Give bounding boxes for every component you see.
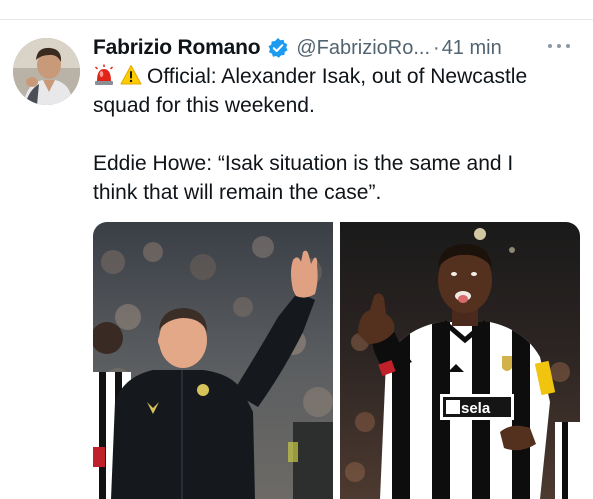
shirt-sponsor-text: sela — [461, 400, 491, 417]
author-handle[interactable]: @FabrizioRo... — [296, 37, 430, 60]
tweet-line-1: Official: Alexander Isak, out of Newcast… — [147, 65, 528, 88]
divider — [0, 19, 593, 20]
tweet-text: Official: Alexander Isak, out of Newcast… — [93, 62, 578, 207]
verified-badge-icon — [267, 37, 289, 59]
tweet-header: Fabrizio Romano @FabrizioRo... · 41 min — [93, 33, 583, 63]
rotating-light-emoji-icon — [93, 64, 115, 86]
tweet-timestamp[interactable]: 41 min — [442, 37, 502, 60]
separator-dot: · — [433, 36, 440, 59]
tweet-card[interactable]: Fabrizio Romano @FabrizioRo... · 41 min — [0, 0, 593, 499]
tweet-line: Official: Alexander Isak, out of Newcast… — [93, 62, 578, 91]
tweet-line-4: think that will remain the case”. — [93, 181, 382, 204]
avatar[interactable] — [13, 38, 80, 105]
warning-emoji-icon — [120, 64, 142, 86]
author-name[interactable]: Fabrizio Romano — [93, 36, 261, 60]
tweet-line-2: squad for this weekend. — [93, 94, 315, 117]
media-photo-2[interactable]: sela — [340, 222, 580, 499]
more-dots-icon[interactable] — [545, 36, 573, 56]
tweet-line-3: Eddie Howe: “Isak situation is the same … — [93, 152, 514, 175]
media-photo-1[interactable] — [93, 222, 333, 499]
tweet-media-grid: sela — [93, 222, 580, 499]
